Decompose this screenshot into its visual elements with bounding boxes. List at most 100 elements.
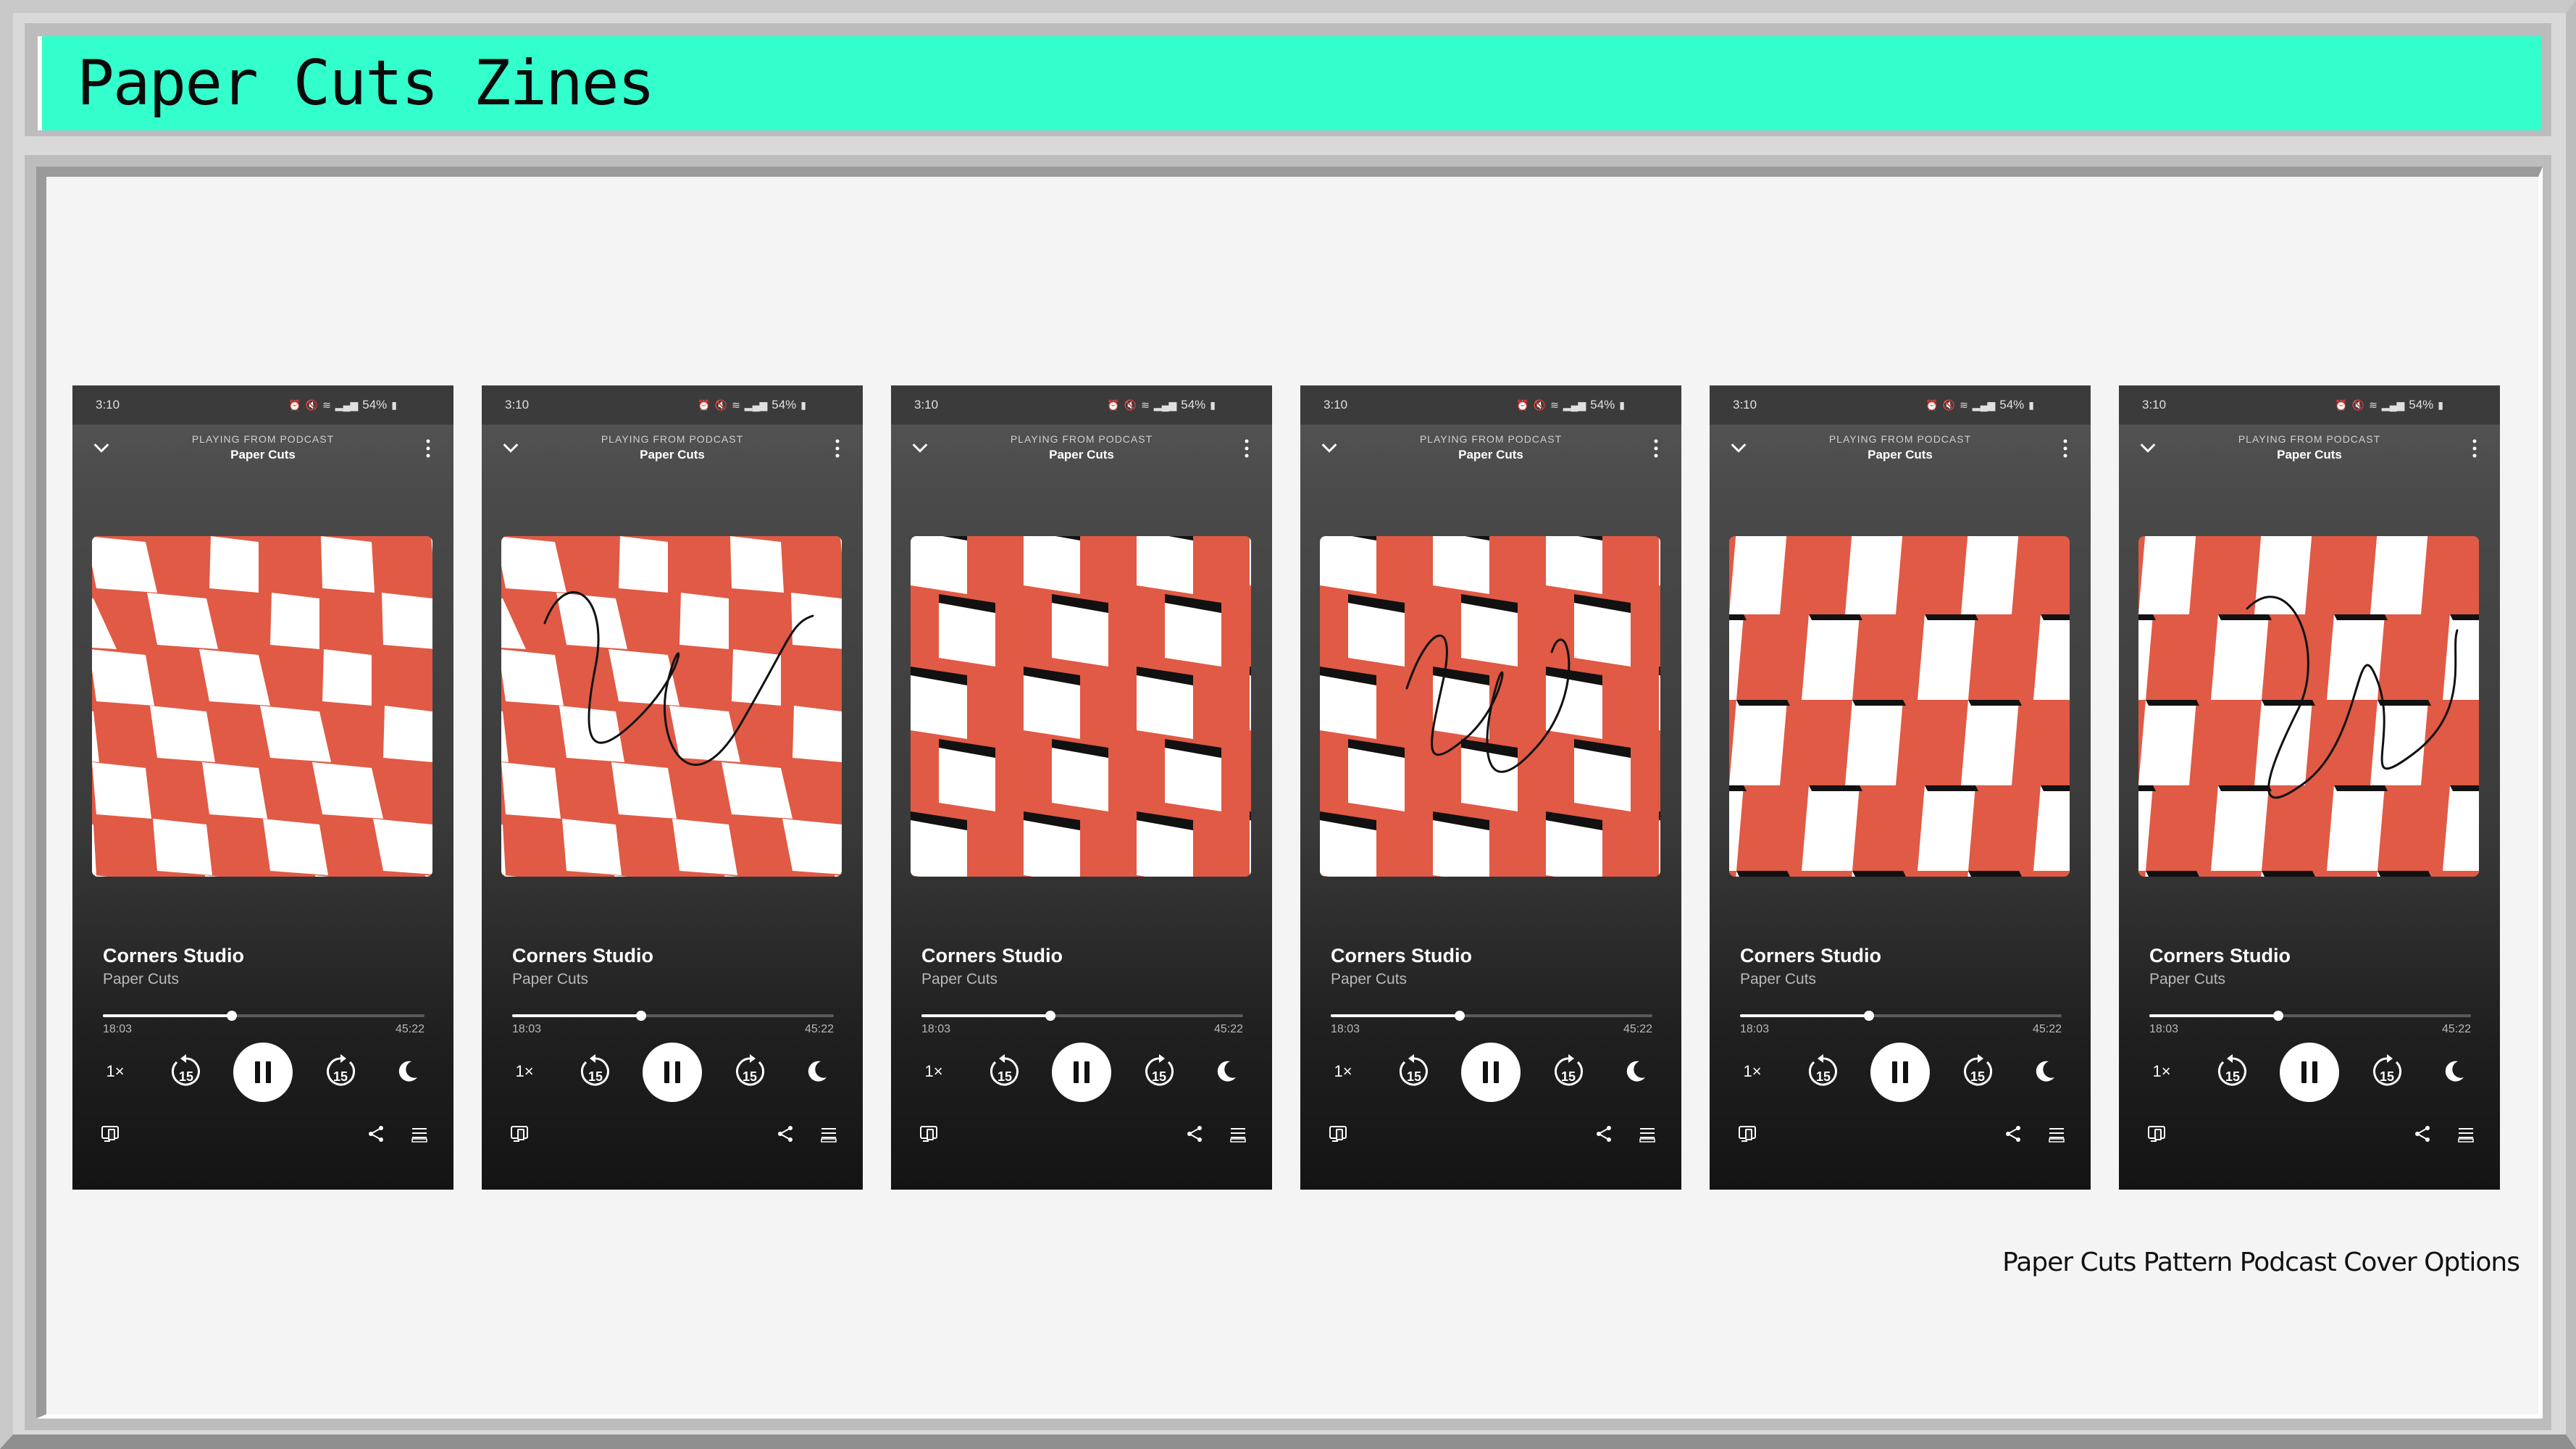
queue-icon[interactable] xyxy=(1638,1124,1657,1143)
track-title[interactable]: Corners Studio xyxy=(921,945,1063,967)
progress-knob[interactable] xyxy=(2272,1011,2283,1021)
progress-knob[interactable] xyxy=(226,1011,237,1021)
skip-forward-15-button[interactable]: 15 xyxy=(1139,1052,1179,1091)
track-artist[interactable]: Paper Cuts xyxy=(2149,971,2225,988)
sleep-timer-button[interactable] xyxy=(1621,1056,1649,1087)
connect-devices-icon[interactable] xyxy=(1737,1123,1759,1145)
more-options-icon[interactable] xyxy=(425,438,432,459)
cover-tile xyxy=(2146,700,2199,706)
podcast-name[interactable]: Paper Cuts xyxy=(1300,448,1681,462)
playback-speed-button[interactable]: 1× xyxy=(512,1056,537,1087)
skip-forward-amount: 15 xyxy=(1151,1069,1167,1084)
cover-tile xyxy=(1137,536,1193,594)
queue-icon[interactable] xyxy=(410,1124,429,1143)
phone-mockup-row: 3:10 ⏰ 🔇 ≋ ▂▄▆ 54% ▮ PLAYING FROM PODCAS… xyxy=(72,385,2506,1190)
skip-forward-15-button[interactable]: 15 xyxy=(1549,1052,1588,1091)
skip-back-15-button[interactable]: 15 xyxy=(985,1052,1024,1091)
connect-devices-icon[interactable] xyxy=(1328,1123,1350,1145)
track-title[interactable]: Corners Studio xyxy=(103,945,244,967)
progress-bar[interactable] xyxy=(921,1011,1243,1021)
skip-back-amount: 15 xyxy=(587,1069,603,1084)
more-options-icon[interactable] xyxy=(1652,438,1660,459)
more-options-icon[interactable] xyxy=(2471,438,2478,459)
pause-button[interactable] xyxy=(1870,1043,1930,1102)
progress-knob[interactable] xyxy=(1045,1011,1055,1021)
queue-icon[interactable] xyxy=(1229,1124,1247,1143)
more-options-icon[interactable] xyxy=(834,438,841,459)
playback-speed-button[interactable]: 1× xyxy=(1740,1056,1765,1087)
share-icon[interactable] xyxy=(2413,1124,2432,1143)
queue-icon[interactable] xyxy=(2047,1124,2066,1143)
track-artist[interactable]: Paper Cuts xyxy=(512,971,588,988)
sleep-timer-button[interactable] xyxy=(1211,1056,1240,1087)
progress-knob[interactable] xyxy=(1863,1011,1874,1021)
share-icon[interactable] xyxy=(1594,1124,1613,1143)
pause-button[interactable] xyxy=(2280,1043,2339,1102)
progress-knob[interactable] xyxy=(1454,1011,1465,1021)
pause-button[interactable] xyxy=(1052,1043,1111,1102)
skip-back-15-button[interactable]: 15 xyxy=(2213,1052,2252,1091)
battery-icon: ▮ xyxy=(1619,398,1625,411)
progress-knob[interactable] xyxy=(635,1011,646,1021)
connect-devices-icon[interactable] xyxy=(509,1123,531,1145)
track-title[interactable]: Corners Studio xyxy=(1331,945,1472,967)
track-title[interactable]: Corners Studio xyxy=(2149,945,2291,967)
queue-icon[interactable] xyxy=(819,1124,838,1143)
progress-bar[interactable] xyxy=(1740,1011,2062,1021)
skip-forward-15-button[interactable]: 15 xyxy=(2367,1052,2406,1091)
podcast-name[interactable]: Paper Cuts xyxy=(1710,448,2091,462)
more-options-icon[interactable] xyxy=(1243,438,1250,459)
cover-tile xyxy=(1024,536,1080,594)
pause-button[interactable] xyxy=(233,1043,293,1102)
sleep-timer-button[interactable] xyxy=(802,1056,831,1087)
skip-forward-15-button[interactable]: 15 xyxy=(1958,1052,1997,1091)
track-artist[interactable]: Paper Cuts xyxy=(103,971,179,988)
podcast-name[interactable]: Paper Cuts xyxy=(482,448,863,462)
cover-tile xyxy=(150,706,215,762)
skip-back-15-button[interactable]: 15 xyxy=(1804,1052,1843,1091)
share-icon[interactable] xyxy=(2004,1124,2023,1143)
playback-speed-button[interactable]: 1× xyxy=(921,1056,946,1087)
moon-icon xyxy=(1217,1061,1236,1082)
connect-devices-icon[interactable] xyxy=(100,1123,122,1145)
sleep-timer-button[interactable] xyxy=(2439,1056,2468,1087)
status-icons: ⏰ 🔇 ≋ ▂▄▆ 54% ▮ xyxy=(1107,398,1216,412)
track-title[interactable]: Corners Studio xyxy=(1740,945,1881,967)
podcast-name[interactable]: Paper Cuts xyxy=(2119,448,2500,462)
more-options-icon[interactable] xyxy=(2062,438,2069,459)
pause-button[interactable] xyxy=(1461,1043,1521,1102)
skip-back-15-button[interactable]: 15 xyxy=(1394,1052,1434,1091)
share-icon[interactable] xyxy=(776,1124,795,1143)
podcast-name[interactable]: Paper Cuts xyxy=(72,448,453,462)
cover-tile xyxy=(153,819,212,875)
queue-icon[interactable] xyxy=(2456,1124,2475,1143)
sleep-timer-button[interactable] xyxy=(393,1056,422,1087)
podcast-name[interactable]: Paper Cuts xyxy=(891,448,1272,462)
cover-tile xyxy=(2138,614,2156,620)
share-icon[interactable] xyxy=(1185,1124,1204,1143)
playback-speed-button[interactable]: 1× xyxy=(1331,1056,1355,1087)
track-title[interactable]: Corners Studio xyxy=(512,945,653,967)
cover-tile xyxy=(501,649,564,706)
progress-bar[interactable] xyxy=(1331,1011,1652,1021)
track-artist[interactable]: Paper Cuts xyxy=(921,971,998,988)
duration-time: 45:22 xyxy=(395,1023,425,1035)
share-icon[interactable] xyxy=(367,1124,385,1143)
progress-bar[interactable] xyxy=(2149,1011,2471,1021)
signal-icon: ▂▄▆ xyxy=(1563,398,1586,411)
connect-devices-icon[interactable] xyxy=(919,1123,940,1145)
progress-bar[interactable] xyxy=(512,1011,834,1021)
track-artist[interactable]: Paper Cuts xyxy=(1331,971,1407,988)
skip-back-15-button[interactable]: 15 xyxy=(167,1052,206,1091)
track-artist[interactable]: Paper Cuts xyxy=(1740,971,1816,988)
sleep-timer-button[interactable] xyxy=(2030,1056,2059,1087)
connect-devices-icon[interactable] xyxy=(2146,1123,2168,1145)
playing-from-label: PLAYING FROM PODCAST xyxy=(2238,433,2381,445)
progress-bar[interactable] xyxy=(103,1011,425,1021)
skip-forward-15-button[interactable]: 15 xyxy=(730,1052,769,1091)
playback-speed-button[interactable]: 1× xyxy=(2149,1056,2174,1087)
pause-button[interactable] xyxy=(643,1043,702,1102)
skip-forward-15-button[interactable]: 15 xyxy=(321,1052,360,1091)
skip-back-15-button[interactable]: 15 xyxy=(576,1052,615,1091)
playback-speed-button[interactable]: 1× xyxy=(103,1056,127,1087)
